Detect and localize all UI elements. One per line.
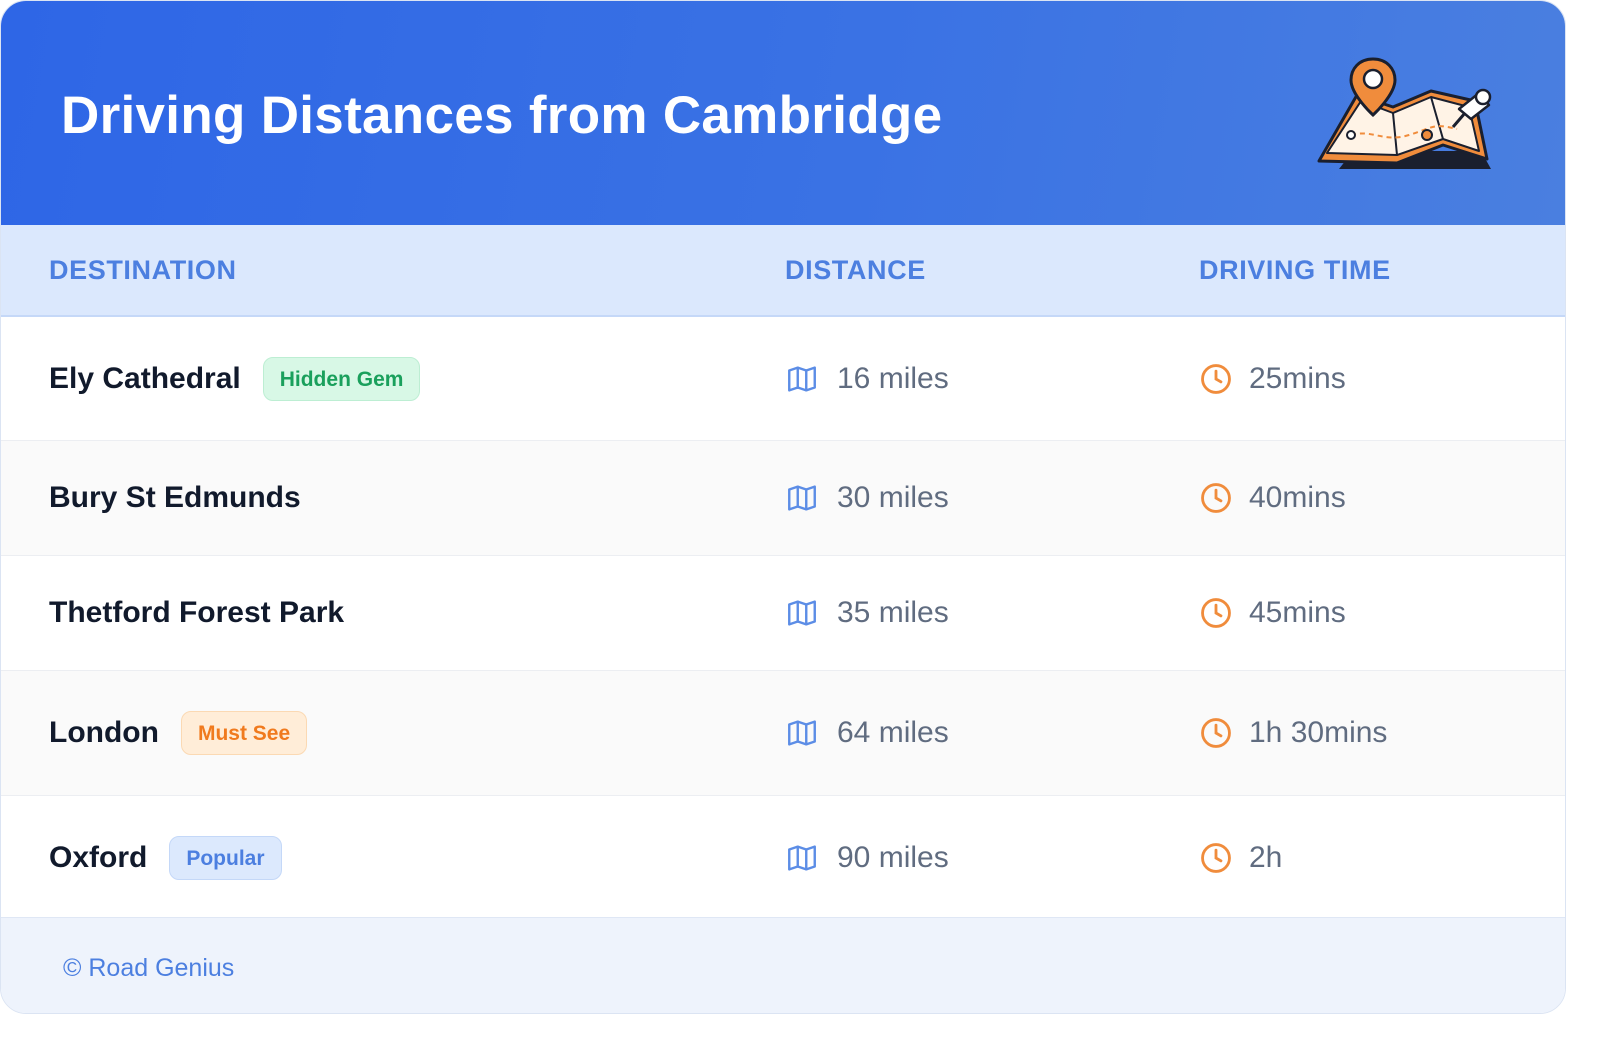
map-icon [788, 485, 816, 511]
column-header-destination: DESTINATION [49, 255, 237, 285]
destination-name: Oxford [49, 841, 148, 874]
distance-cell: 16 miles [785, 361, 949, 397]
column-header-driving-time: DRIVING TIME [1199, 255, 1391, 285]
map-pin-illustration [1317, 57, 1492, 169]
time-cell: 25mins [1199, 361, 1346, 397]
time-cell: 45mins [1199, 595, 1346, 631]
time-value: 40mins [1249, 481, 1346, 514]
time-cell: 1h 30mins [1199, 715, 1387, 751]
distance-card: Driving Distances from Cambridge DESTINA… [0, 0, 1566, 1014]
clock-icon [1201, 363, 1231, 394]
map-icon [788, 600, 816, 626]
time-value: 45mins [1249, 596, 1346, 629]
map-icon [788, 720, 816, 746]
distance-value: 30 miles [837, 481, 949, 514]
distance-value: 35 miles [837, 596, 949, 629]
table-header: DESTINATION DISTANCE DRIVING TIME [1, 225, 1565, 317]
table-row: Bury St Edmunds 30 miles 40mins [1, 441, 1565, 556]
page-title: Driving Distances from Cambridge [61, 86, 943, 145]
distance-cell: 90 miles [785, 840, 949, 876]
destination-cell: London Must See [49, 711, 308, 755]
clock-icon [1201, 718, 1231, 748]
destination-cell: Ely Cathedral Hidden Gem [49, 356, 421, 401]
map-icon [788, 845, 816, 871]
card-footer: © Road Genius [1, 917, 1565, 1013]
hidden-gem-badge: Hidden Gem [262, 356, 421, 401]
destination-cell: Oxford Popular [49, 836, 282, 880]
destination-cell: Bury St Edmunds [49, 480, 301, 516]
clock-icon [1201, 483, 1231, 513]
distance-value: 90 miles [837, 841, 949, 874]
destination-cell: Thetford Forest Park [49, 595, 344, 631]
must-see-badge: Must See [180, 711, 308, 755]
column-header-distance: DISTANCE [785, 255, 926, 285]
distance-cell: 30 miles [785, 480, 949, 516]
time-cell: 40mins [1199, 480, 1346, 516]
table-row: Oxford Popular 90 miles 2h [1, 796, 1565, 920]
distance-cell: 35 miles [785, 595, 949, 631]
time-value: 25mins [1249, 361, 1346, 395]
destination-name: Thetford Forest Park [49, 596, 345, 629]
copyright-text: © Road Genius [63, 954, 235, 982]
distance-cell: 64 miles [785, 715, 949, 751]
destination-name: Ely Cathedral [49, 361, 241, 395]
distance-value: 16 miles [837, 361, 949, 395]
time-cell: 2h [1199, 840, 1282, 876]
clock-icon [1201, 598, 1231, 628]
destination-name: London [49, 716, 159, 749]
map-icon [788, 365, 816, 392]
table-row: Ely Cathedral Hidden Gem 16 miles 25mins [1, 317, 1565, 441]
time-value: 2h [1249, 841, 1283, 874]
table-row: London Must See 64 miles 1h 30mins [1, 671, 1565, 796]
clock-icon [1201, 843, 1231, 873]
distance-value: 64 miles [837, 716, 949, 749]
time-value: 1h 30mins [1249, 716, 1388, 749]
card-header: Driving Distances from Cambridge [1, 1, 1565, 225]
popular-badge: Popular [169, 836, 282, 880]
table-row: Thetford Forest Park 35 miles 45mins [1, 556, 1565, 671]
destination-name: Bury St Edmunds [49, 481, 301, 514]
